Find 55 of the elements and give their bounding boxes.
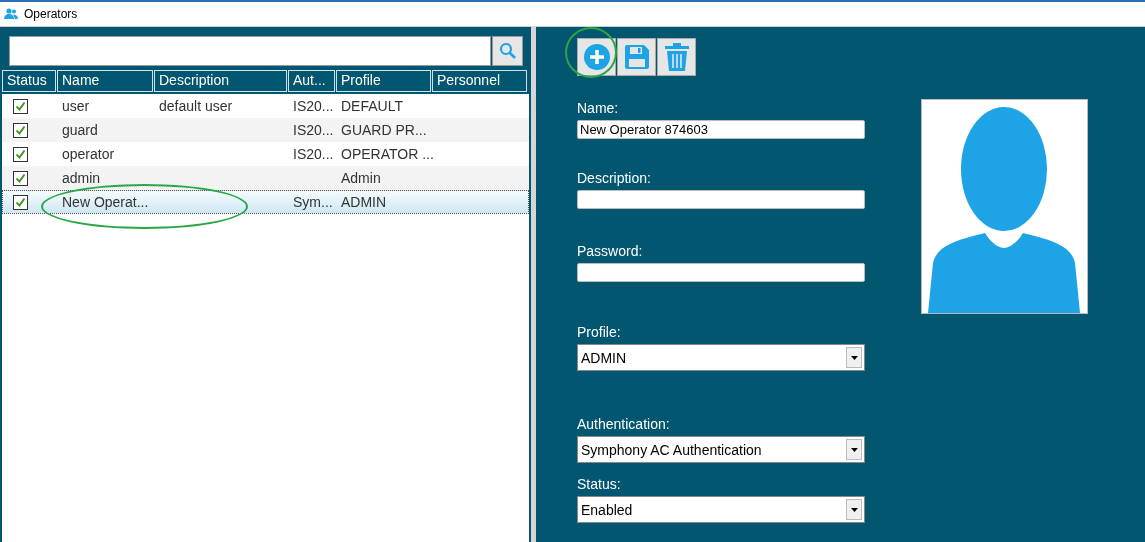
status-checkbox[interactable] [13,122,28,138]
users-icon [4,8,18,20]
table-cell: OPERATOR ... [341,146,434,162]
status-checkbox[interactable] [13,170,28,186]
field-label: Profile: [577,324,622,340]
field-label: Name: [577,100,620,116]
status-checkbox[interactable] [13,194,28,210]
delete-button[interactable] [657,38,696,76]
table-cell: Admin [341,170,381,186]
table-cell: ADMIN [341,194,387,210]
table-cell: IS20... [293,98,334,114]
table-row[interactable]: guard IS20... GUARD PR... [2,118,529,142]
caret-icon [850,355,858,360]
table-cell: IS20... [293,146,334,162]
status-checkbox[interactable] [13,146,28,162]
password-field[interactable] [577,263,865,282]
plus-icon [582,43,611,71]
search-icon [498,42,517,60]
input-field[interactable] [577,190,865,209]
dropdown[interactable]: Symphony AC Authentication [577,436,865,463]
caret-icon [850,447,858,452]
highlight-ellipse [565,27,617,78]
table-row[interactable]: admin Admin [2,166,529,190]
field-label: Description: [577,170,652,186]
column-header[interactable]: Description [154,70,287,92]
table-cell: Sym... [293,194,333,210]
column-header[interactable]: Aut... [288,70,335,92]
table-cell: admin [62,170,101,186]
column-header[interactable]: Personnel [432,70,527,92]
column-header[interactable]: Profile [336,70,431,92]
table-cell: guard [62,122,98,138]
field-label: Authentication: [577,416,671,432]
table-cell: default user [159,98,233,114]
table-cell: operator [62,146,115,162]
dropdown[interactable]: ADMIN [577,344,865,371]
add-button[interactable] [577,38,616,76]
save-button[interactable] [617,38,656,76]
column-header[interactable]: Name [57,70,153,92]
window-title: Operators [24,7,78,21]
table-row[interactable]: New Operat... Sym... ADMIN [2,190,529,214]
field-label: Password: [577,243,644,259]
field-label: Status: [577,476,622,492]
search-field[interactable] [9,36,491,66]
column-header[interactable]: Status [2,70,56,92]
input-field[interactable]: New Operator 874603 [577,120,865,139]
search-button[interactable] [492,36,523,66]
table-cell: DEFAULT [341,98,403,114]
dropdown[interactable]: Enabled [577,496,865,523]
table-cell: GUARD PR... [341,122,427,138]
trash-icon [664,43,689,71]
status-checkbox[interactable] [13,98,28,114]
table-cell: New Operat... [62,194,149,210]
table-cell: IS20... [293,122,334,138]
caret-icon [850,507,858,512]
table-cell: user [62,98,90,114]
